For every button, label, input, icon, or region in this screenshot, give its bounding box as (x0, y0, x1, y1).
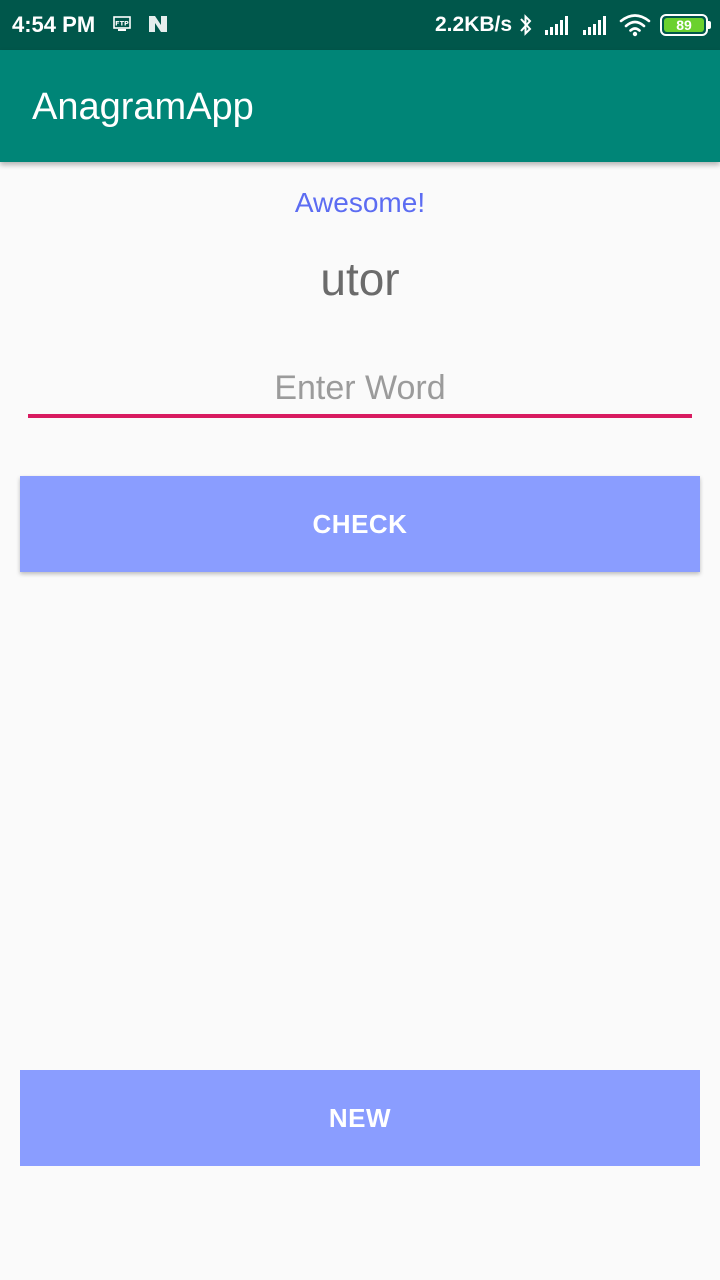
anagram-screen: 4:54 PM FTP 2.2KB/s 89 AnagramApp Awesom… (0, 0, 720, 1280)
bluetooth-icon (518, 12, 534, 38)
network-speed: 2.2KB/s (435, 13, 513, 36)
svg-text:FTP: FTP (115, 20, 129, 28)
word-input[interactable] (28, 368, 692, 418)
status-time: 4:54 PM (12, 12, 96, 37)
app-title: AnagramApp (32, 86, 254, 128)
new-button[interactable]: NEW (20, 1070, 700, 1166)
ftp-icon: FTP (113, 16, 131, 32)
wifi-icon (619, 13, 651, 37)
signal-icon (582, 14, 612, 36)
signal-icon (544, 14, 574, 36)
battery-tip (708, 21, 711, 29)
scrambled-word: utor (320, 253, 400, 305)
check-button[interactable]: CHECK (20, 476, 700, 572)
battery-level: 89 (664, 18, 704, 32)
result-message: Awesome! (294, 187, 426, 218)
app-bar: AnagramApp (0, 50, 720, 162)
n-icon (147, 14, 169, 34)
battery-icon: 89 (660, 14, 708, 36)
status-bar: 4:54 PM FTP 2.2KB/s 89 (0, 0, 720, 50)
